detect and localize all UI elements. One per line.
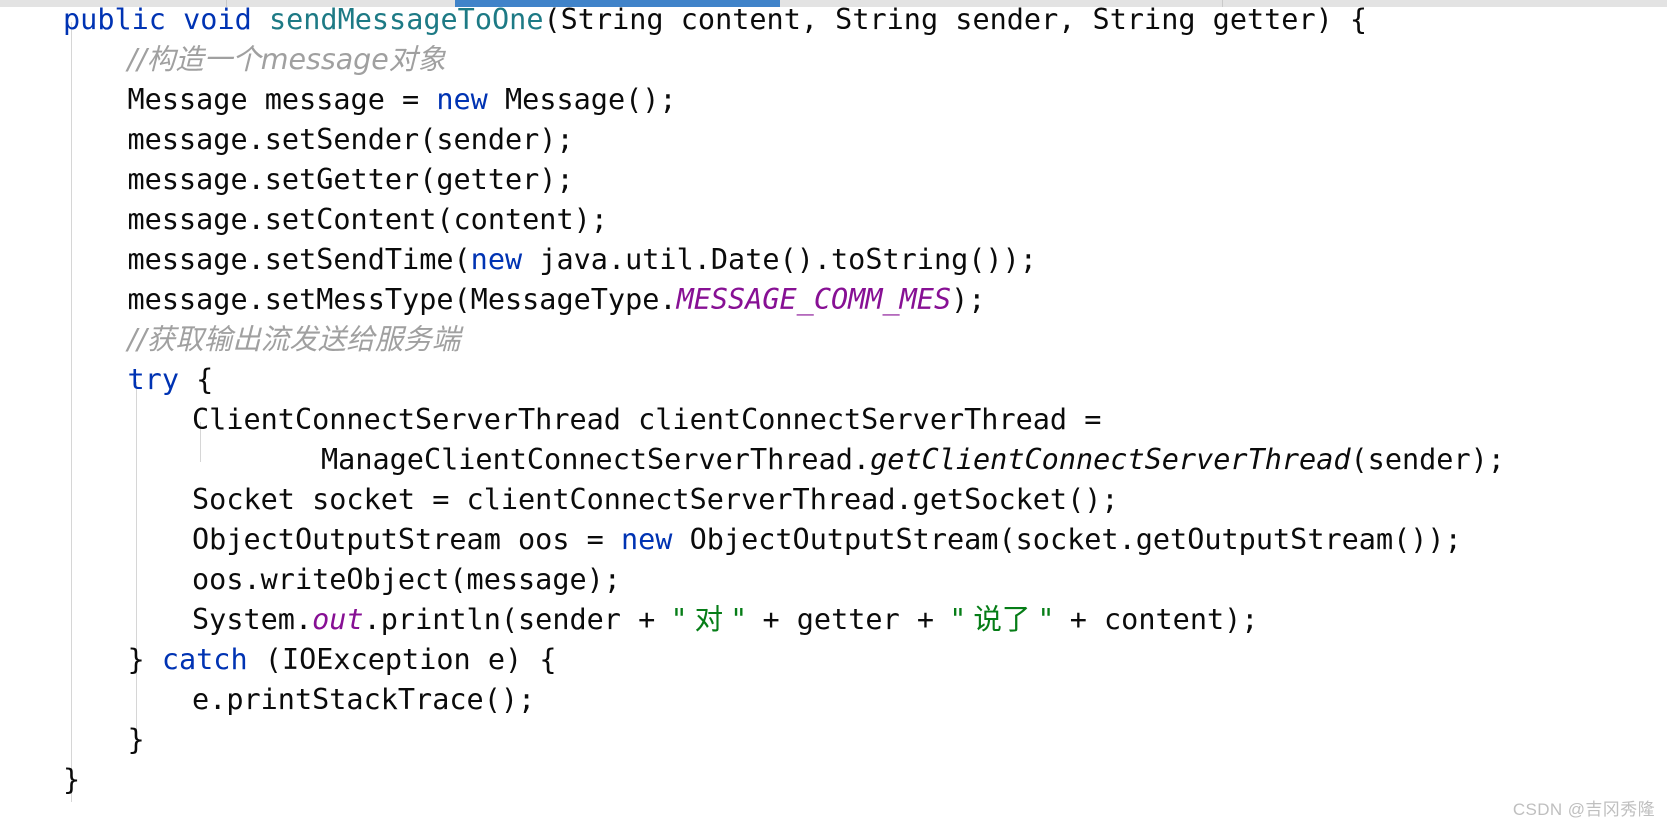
code-line[interactable]: //获取输出流发送给服务端	[0, 320, 1667, 360]
code-token-plain: e.printStackTrace();	[192, 683, 536, 716]
code-token-plain: Message();	[487, 83, 677, 116]
code-line[interactable]: ManageClientConnectServerThread.getClien…	[0, 440, 1667, 480]
code-line[interactable]: message.setSender(sender);	[0, 120, 1667, 160]
code-token-keyword: new	[470, 243, 523, 276]
code-token-comment: //获取输出流发送给服务端	[127, 323, 461, 356]
code-token-plain: );	[951, 283, 986, 316]
code-line[interactable]: ClientConnectServerThread clientConnectS…	[0, 400, 1667, 440]
code-line[interactable]: message.setContent(content);	[0, 200, 1667, 240]
code-line[interactable]: message.setMessType(MessageType.MESSAGE_…	[0, 280, 1667, 320]
code-token-keyword: new	[620, 523, 673, 556]
code-token-plain: oos.writeObject(message);	[192, 563, 621, 596]
code-line[interactable]: message.setGetter(getter);	[0, 160, 1667, 200]
code-token-plain: message.setGetter(getter);	[127, 163, 574, 196]
code-line[interactable]: }	[0, 760, 1667, 800]
code-line[interactable]: oos.writeObject(message);	[0, 560, 1667, 600]
code-token-plain: ManageClientConnectServerThread.	[321, 443, 871, 476]
code-token-plain: .println(sender +	[363, 603, 673, 636]
code-line[interactable]: System.out.println(sender + " 对 " + gett…	[0, 600, 1667, 640]
code-token-plain: {	[178, 363, 214, 396]
code-line[interactable]: public void sendMessageToOne(String cont…	[0, 0, 1667, 40]
code-token-plain: ObjectOutputStream(socket.getOutputStrea…	[672, 523, 1462, 556]
code-editor[interactable]: public void sendMessageToOne(String cont…	[0, 0, 1667, 826]
code-token-plain: (IOException e) {	[247, 643, 557, 676]
code-token-keyword: try	[127, 363, 179, 396]
code-token-comment: //构造一个message对象	[127, 43, 446, 76]
code-token-static: MESSAGE_COMM_MES	[676, 283, 952, 316]
code-token-static: out	[312, 603, 364, 636]
code-line[interactable]: } catch (IOException e) {	[0, 640, 1667, 680]
code-token-plain: System.	[192, 603, 313, 636]
code-token-keyword: public	[63, 3, 166, 36]
code-line[interactable]: try {	[0, 360, 1667, 400]
code-token-plain: message.setMessType(MessageType.	[127, 283, 677, 316]
code-token-string: " 说了 "	[951, 603, 1053, 636]
code-line[interactable]: Message message = new Message();	[0, 80, 1667, 120]
code-token-plain: }	[63, 763, 81, 796]
code-token-plain: message.setSender(sender);	[127, 123, 574, 156]
code-line[interactable]: }	[0, 720, 1667, 760]
code-token-string: " 对 "	[672, 603, 746, 636]
csdn-watermark: CSDN @吉冈秀隆	[1512, 800, 1655, 819]
code-token-italic: getClientConnectServerThread	[870, 443, 1351, 476]
code-token-plain: Message message =	[127, 83, 437, 116]
code-token-keyword: catch	[161, 643, 248, 676]
code-token-plain: message.setSendTime(	[127, 243, 471, 276]
code-line[interactable]: ObjectOutputStream oos = new ObjectOutpu…	[0, 520, 1667, 560]
code-line[interactable]: message.setSendTime(new java.util.Date()…	[0, 240, 1667, 280]
code-token-keyword: new	[436, 83, 488, 116]
code-token-plain: (String content, String sender, String g…	[543, 3, 1368, 36]
code-line[interactable]: e.printStackTrace();	[0, 680, 1667, 720]
code-token-plain: Socket socket = clientConnectServerThrea…	[192, 483, 1119, 516]
code-token-plain: }	[127, 723, 145, 756]
code-token-plain: ClientConnectServerThread clientConnectS…	[192, 403, 1102, 436]
code-token-plain: + content);	[1052, 603, 1259, 636]
code-line[interactable]: //构造一个message对象	[0, 40, 1667, 80]
code-token-plain: message.setContent(content);	[127, 203, 608, 236]
code-token-method: sendMessageToOne	[268, 3, 544, 36]
code-token-plain: (sender);	[1350, 443, 1505, 476]
code-line[interactable]: Socket socket = clientConnectServerThrea…	[0, 480, 1667, 520]
code-token-plain: java.util.Date().toString());	[522, 243, 1037, 276]
code-token-keyword: void	[183, 3, 252, 36]
code-token-plain: ObjectOutputStream oos =	[192, 523, 621, 556]
code-token-plain: + getter +	[745, 603, 952, 636]
code-token-plain: }	[127, 643, 162, 676]
